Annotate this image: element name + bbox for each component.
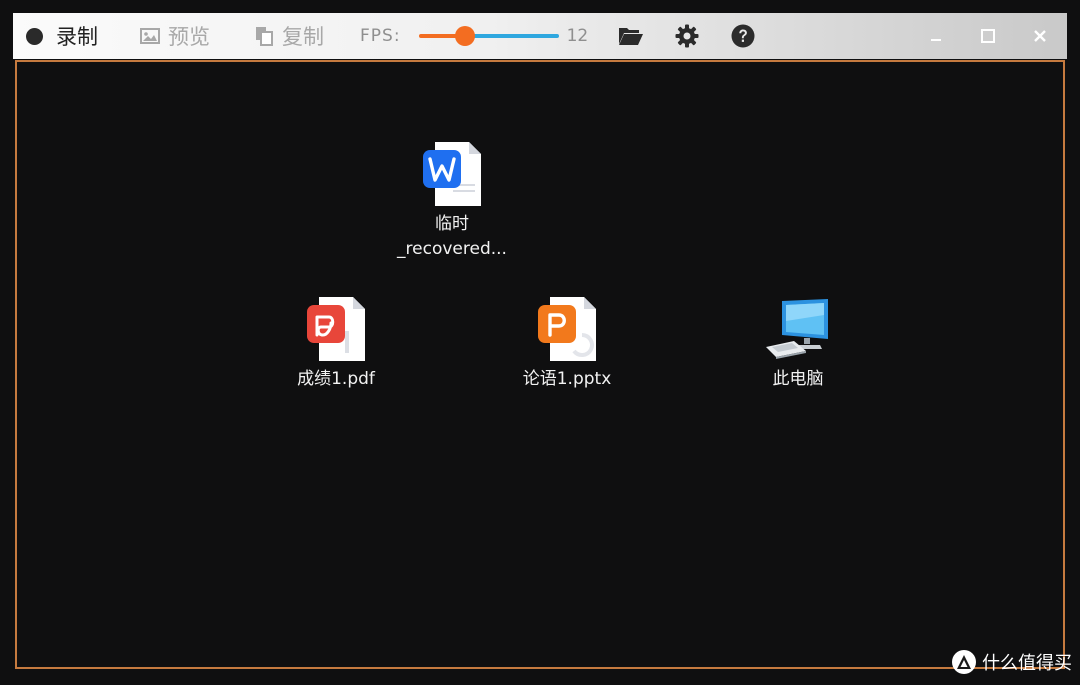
pdf-icon: [307, 297, 365, 361]
desktop-icon-this-pc[interactable]: 此电脑: [733, 295, 863, 392]
minimize-icon: [931, 39, 941, 41]
computer-icon: [766, 299, 828, 359]
desktop-icon-label: 临时 _recovered...: [397, 212, 507, 262]
settings-button[interactable]: [674, 23, 700, 49]
help-button[interactable]: [730, 23, 756, 49]
question-circle-icon: [731, 24, 755, 48]
minimize-button[interactable]: [923, 23, 949, 49]
fps-label: FPS:: [360, 26, 401, 46]
wps-writer-doc-icon: [423, 142, 481, 206]
maximize-button[interactable]: [975, 23, 1001, 49]
desktop-icon-label-line1: 临时: [434, 214, 469, 234]
preview-button[interactable]: 预览: [140, 13, 210, 59]
close-button[interactable]: [1027, 23, 1053, 49]
gear-icon: [675, 24, 699, 48]
desktop-icon-label: 此电脑: [772, 369, 824, 389]
preview-label: 预览: [168, 25, 210, 49]
copy-icon: [256, 27, 273, 46]
copy-label: 复制: [282, 25, 324, 49]
watermark: 什么值得买: [952, 649, 1072, 675]
desktop-icon-label-line2: _recovered...: [397, 239, 507, 259]
copy-button[interactable]: 复制: [254, 13, 324, 59]
record-button[interactable]: 录制: [13, 13, 98, 59]
open-folder-button[interactable]: [618, 23, 644, 49]
desktop-icon-pdf[interactable]: 成绩1.pdf: [271, 295, 401, 392]
desktop-icon-label: 论语1.pptx: [522, 369, 612, 389]
watermark-text: 什么值得买: [982, 653, 1072, 674]
close-icon: [1034, 30, 1046, 42]
fps-slider-remaining-track: [464, 34, 559, 38]
maximize-icon: [981, 29, 995, 43]
fps-value: 12: [566, 26, 589, 46]
record-label: 录制: [56, 25, 98, 49]
toolbar: 录制 预览 复制 FPS: 12: [13, 13, 1067, 59]
record-icon: [26, 27, 43, 45]
pptx-icon: [538, 297, 596, 361]
desktop-icon-pptx[interactable]: 论语1.pptx: [502, 295, 632, 392]
smzdm-logo-icon: [952, 650, 976, 674]
folder-open-icon: [619, 28, 644, 45]
screen-recorder-window: 录制 预览 复制 FPS: 12 临时 _recovered... 成绩1.pd…: [13, 13, 1067, 671]
fps-slider-thumb[interactable]: [454, 26, 475, 46]
desktop-icon-recovered-doc[interactable]: 临时 _recovered...: [387, 140, 517, 262]
image-icon: [140, 28, 160, 44]
capture-region[interactable]: 临时 _recovered... 成绩1.pdf 论语1.pptx 此电脑: [15, 60, 1065, 669]
fps-slider[interactable]: [418, 24, 559, 48]
desktop-icon-label: 成绩1.pdf: [297, 369, 375, 389]
